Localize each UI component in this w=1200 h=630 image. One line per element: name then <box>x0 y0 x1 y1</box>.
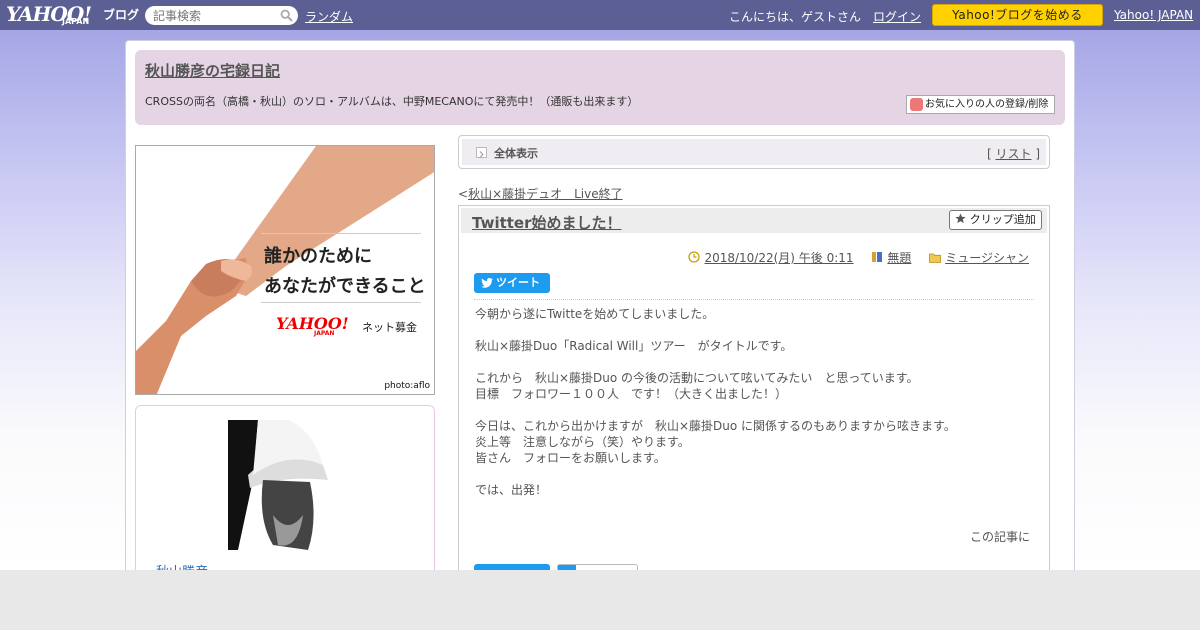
article-tag[interactable]: 無題 <box>887 251 911 265</box>
blog-title[interactable]: 秋山勝彦の宅録日記 <box>145 60 280 81</box>
clip-label: クリップ追加 <box>969 213 1036 226</box>
clip-button[interactable]: クリップ追加 <box>949 210 1042 230</box>
article-body: 今朝から遂にTwitteを始めてしまいました。 秋山×藤掛Duo「Radical… <box>475 307 956 497</box>
banner-photo-credit: photo:aflo <box>384 381 430 391</box>
article-title[interactable]: Twitter始めました！ <box>472 212 622 233</box>
list-link-wrapper: [ リスト ] <box>987 145 1040 162</box>
search-icon[interactable] <box>280 9 293 22</box>
logo-sub: JAPAN <box>62 17 90 26</box>
chevron-right-icon <box>476 147 487 158</box>
blog-header: 秋山勝彦の宅録日記 CROSSの両名（高橋・秋山）のソロ・アルバムは、中野MEC… <box>135 50 1065 125</box>
search-input[interactable] <box>153 8 277 23</box>
book-icon <box>871 251 883 262</box>
article-meta: 2018/10/22(月) 午後 0:11 無題 ミュージシャン <box>688 249 1029 265</box>
article-footer-text: この記事に <box>969 530 1030 544</box>
list-suffix: ] <box>1031 147 1040 161</box>
blog-description: CROSSの両名（高橋・秋山）のソロ・アルバムは、中野MECANOにて発売中！（… <box>145 95 639 108</box>
banner-yahoo-sub: JAPAN <box>314 330 335 337</box>
article-category[interactable]: ミュージシャン <box>945 251 1029 265</box>
tweet-button[interactable]: ツイート <box>474 273 550 293</box>
clock-icon <box>688 251 701 263</box>
search-box <box>145 6 298 25</box>
charity-banner[interactable]: 誰かのために あなたができること YAHOO! JAPAN ネット募金 phot… <box>135 145 435 395</box>
handshake-image <box>136 146 434 394</box>
article-date[interactable]: 2018/10/22(月) 午後 0:11 <box>704 251 853 265</box>
greeting-text: こんにちは、ゲストさん <box>729 10 862 24</box>
banner-rule-top <box>261 233 421 234</box>
login-link[interactable]: ログイン <box>873 8 921 25</box>
article: Twitter始めました！ クリップ追加 2018/10/22(月) 午後 0:… <box>458 205 1050 585</box>
banner-yahoo-logo: YAHOO! <box>276 314 349 333</box>
favorite-register-label: お気に入りの人の登録/削除 <box>925 99 1049 110</box>
yahoo-japan-link[interactable]: Yahoo! JAPAN <box>1114 8 1193 22</box>
bottom-overlay <box>0 570 1200 630</box>
divider <box>474 299 1034 300</box>
favorite-register-button[interactable]: お気に入りの人の登録/削除 <box>906 95 1055 114</box>
view-bar: 全体表示 [ リスト ] <box>458 135 1050 169</box>
prev-post-nav: <秋山×藤掛デュオ Live終了 <box>458 185 623 202</box>
logo-blog: ブログ <box>103 8 140 22</box>
tweet-label: ツイート <box>496 276 540 289</box>
prev-arrow: < <box>458 187 469 201</box>
view-bar-inner: 全体表示 [ リスト ] <box>462 139 1046 165</box>
heart-icon <box>910 98 923 111</box>
article-header: Twitter始めました！ クリップ追加 <box>461 208 1047 233</box>
banner-rule-bottom <box>261 302 421 303</box>
profile-box: 秋山勝彦 <box>135 405 435 585</box>
view-all-label[interactable]: 全体表示 <box>494 145 538 161</box>
top-bar: YAHOO! JAPAN ブログ ランダム こんにちは、ゲストさん ログイン Y… <box>0 0 1200 30</box>
star-icon <box>955 213 966 224</box>
banner-line-2: あなたができること <box>264 276 426 297</box>
list-link[interactable]: リスト <box>995 147 1031 161</box>
start-blog-button[interactable]: Yahoo!ブログを始める <box>932 4 1103 26</box>
avatar[interactable] <box>228 420 336 550</box>
banner-tagline: ネット募金 <box>362 321 417 334</box>
prev-post-link[interactable]: 秋山×藤掛デュオ Live終了 <box>468 187 623 201</box>
banner-line-1: 誰かのために <box>264 246 372 267</box>
random-link[interactable]: ランダム <box>305 8 353 25</box>
folder-icon <box>929 252 942 263</box>
twitter-bird-icon <box>481 278 493 288</box>
